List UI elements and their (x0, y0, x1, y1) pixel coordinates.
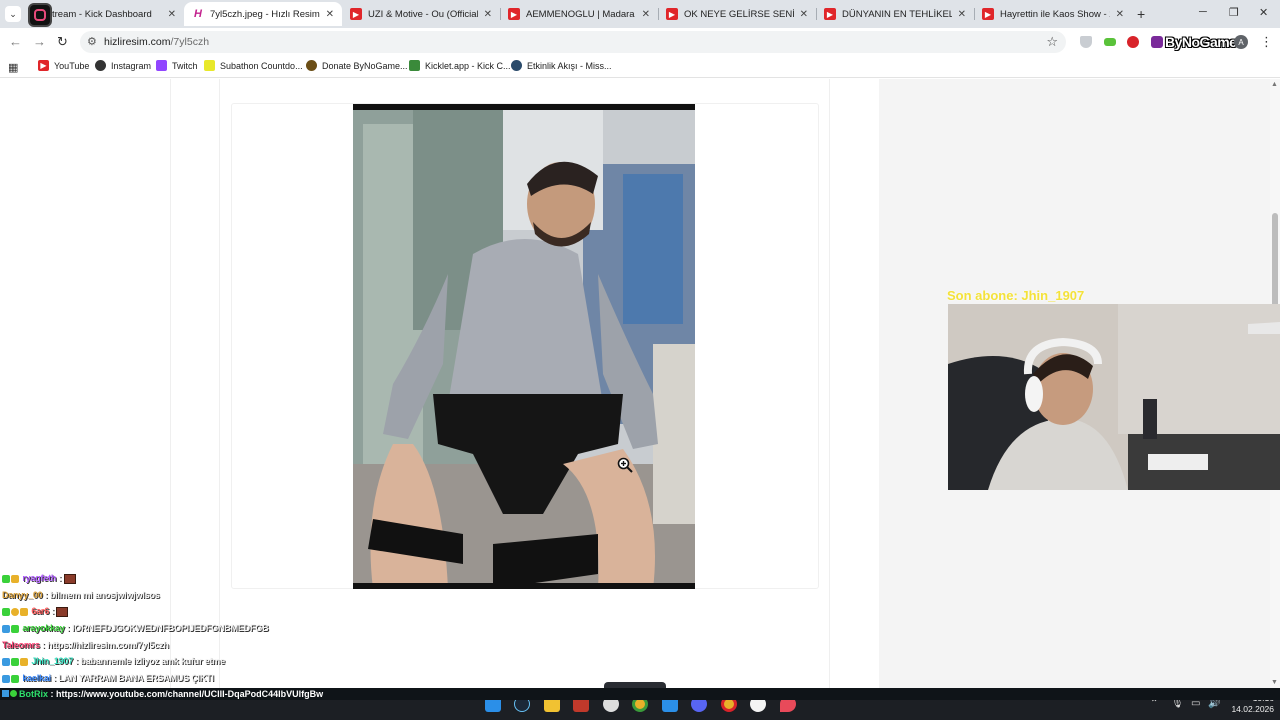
chat-message: Jhin_1907 : babannemle izliyoz amk kufur… (2, 653, 342, 670)
badge-icon (11, 574, 19, 583)
youtube-icon: ▶ (38, 60, 49, 71)
badge-icon (20, 658, 28, 667)
opera-extension-icon[interactable] (1127, 36, 1139, 48)
twitch-icon (156, 60, 167, 71)
badge-icon (11, 658, 19, 667)
kicklet-icon (409, 60, 420, 71)
browser-toolbar: ← → ↻ ⚙ hizliresim.com/7yl5czh ☆ ByNoGam… (0, 28, 1280, 56)
bynogame-icon (306, 60, 317, 71)
bynogame-extension[interactable]: ByNoGame (1165, 34, 1237, 50)
badge-icon (2, 658, 10, 667)
badge-icon (2, 674, 10, 683)
tab-youtube-4[interactable]: ▶ DÜNYANIN EN TEHLİKELİ TREN ✕ (816, 2, 974, 26)
url-text: hizliresim.com/7yl5czh (104, 36, 210, 48)
bookmark-etkinlik[interactable]: Etkinlik Akışı - Miss... (511, 60, 612, 71)
badge-icon (11, 624, 19, 633)
badge-icon (10, 690, 17, 697)
tab-youtube-5[interactable]: ▶ Hayrettin ile Kaos Show - 2.Se ✕ (974, 2, 1132, 26)
restore-icon[interactable]: ❐ (1229, 6, 1239, 19)
chat-message: arayokkay : IORNEFDJGOKWEDNFBOPIJEDFGNBM… (2, 620, 342, 637)
chat-message: Danyy_00 : bilmem mi anosjwlwjwlsos (2, 589, 160, 600)
badge-icon (11, 608, 19, 616)
close-icon[interactable]: ✕ (1116, 9, 1124, 20)
youtube-icon: ▶ (508, 8, 520, 20)
apps-grid-icon[interactable]: ▦ (8, 61, 18, 74)
tab-youtube-2[interactable]: ▶ AEMMENOGLU | Madara Oldu ✕ (500, 2, 658, 26)
badge-icon (2, 608, 10, 616)
botrix-ticker: BotRix : https://www.youtube.com/channel… (0, 688, 1280, 700)
tab-strip: ⌄ tream - Kick Dashboard ✕ H 7yl5czh.jpe… (0, 0, 1280, 28)
bookmark-kicklet[interactable]: Kicklet.app - Kick C... (409, 60, 511, 71)
emote-icon (56, 607, 69, 617)
forward-icon[interactable]: → (33, 34, 46, 49)
webcam-feed (948, 304, 1280, 490)
chat-message: Taleomrs : https://hizliresim.com/7yl5cz… (2, 639, 169, 650)
bookmark-star-icon[interactable]: ☆ (1046, 34, 1058, 50)
new-tab-button[interactable]: + (1137, 6, 1145, 22)
clock-date: 14.02.2026 (1231, 704, 1274, 714)
hizliresim-icon: H (192, 8, 204, 20)
zoom-in-icon[interactable] (617, 457, 633, 473)
uploaded-image[interactable] (353, 104, 695, 589)
window-close-icon[interactable]: ✕ (1259, 6, 1268, 19)
tab-title: OK NEYE GELİRSE SENİNDİR # (684, 8, 794, 20)
tab-search-button[interactable]: ⌄ (5, 6, 21, 22)
bookmark-twitch[interactable]: Twitch (156, 60, 198, 71)
tab-hizliresim[interactable]: H 7yl5czh.jpeg - Hızlı Resim ✕ (184, 2, 342, 26)
reload-icon[interactable]: ↻ (57, 34, 68, 50)
address-bar[interactable]: ⚙ hizliresim.com/7yl5czh ☆ (80, 31, 1066, 53)
youtube-icon: ▶ (350, 8, 362, 20)
tab-title: tream - Kick Dashboard (52, 8, 152, 20)
battery-extension-icon[interactable] (1104, 38, 1116, 46)
youtube-icon: ▶ (982, 8, 994, 20)
badge-icon (2, 690, 9, 697)
tab-title: DÜNYANIN EN TEHLİKELİ TREN (842, 8, 952, 20)
shield-extension-icon[interactable] (1080, 36, 1092, 48)
badge-icon (11, 674, 19, 683)
tab-kick-dashboard[interactable]: tream - Kick Dashboard ✕ (44, 2, 184, 26)
tab-title: AEMMENOGLU | Madara Oldu (526, 8, 636, 20)
close-icon[interactable]: ✕ (958, 9, 966, 20)
chat-message: ryagfeth : (2, 570, 342, 587)
bookmarks-bar: ▦ ▶ YouTube Instagram Twitch Subathon Cou… (0, 56, 1280, 78)
badge-icon (2, 574, 10, 583)
etkinlik-icon (511, 60, 522, 71)
close-icon[interactable]: ✕ (642, 9, 650, 20)
tab-title: 7yl5czh.jpeg - Hızlı Resim (210, 8, 320, 20)
desktop: ⌄ tream - Kick Dashboard ✕ H 7yl5czh.jpe… (0, 0, 1280, 720)
minimize-icon[interactable]: ─ (1199, 6, 1207, 18)
badge-icon (20, 608, 28, 616)
back-icon[interactable]: ← (9, 34, 22, 49)
tab-title: Hayrettin ile Kaos Show - 2.Se (1000, 8, 1110, 20)
last-subscriber-label: Son abone: Jhin_1907 (947, 288, 1085, 303)
close-icon[interactable]: ✕ (484, 9, 492, 20)
more-menu-icon[interactable]: ⋮ (1260, 34, 1273, 50)
bookmark-youtube[interactable]: ▶ YouTube (38, 60, 89, 71)
badge-icon (2, 624, 10, 633)
right-gutter (829, 79, 879, 688)
youtube-icon: ▶ (666, 8, 678, 20)
scroll-down-icon[interactable]: ▼ (1271, 679, 1278, 686)
close-icon[interactable]: ✕ (168, 9, 176, 20)
bookmark-instagram[interactable]: Instagram (95, 60, 151, 71)
close-icon[interactable]: ✕ (800, 9, 808, 20)
chat-message: 6ar6 : (2, 603, 342, 620)
subathon-icon (204, 60, 215, 71)
site-info-icon[interactable]: ⚙ (87, 35, 97, 48)
emote-icon (63, 573, 76, 584)
bookmark-subathon[interactable]: Subathon Countdo... (204, 60, 303, 71)
tab-youtube-1[interactable]: ▶ UZI & Motive - Ou (Official Visu ✕ (342, 2, 500, 26)
youtube-icon: ▶ (824, 8, 836, 20)
stream-chat-overlay: ryagfeth : Danyy_00 : bilmem mi anosjwlw… (2, 570, 342, 687)
tab-title: UZI & Motive - Ou (Official Visu (368, 8, 478, 20)
chat-message: kaelkai : LAN YARRAM BANA ERSAMUS ÇIKTI (2, 670, 342, 687)
scroll-up-icon[interactable]: ▲ (1271, 81, 1278, 88)
twitch-extension-icon[interactable] (1151, 36, 1163, 48)
profile-avatar[interactable]: A (1234, 35, 1248, 49)
instagram-icon (95, 60, 106, 71)
close-icon[interactable]: ✕ (326, 9, 334, 20)
tab-youtube-3[interactable]: ▶ OK NEYE GELİRSE SENİNDİR # ✕ (658, 2, 816, 26)
bookmark-donate-bynogame[interactable]: Donate ByNoGame... (306, 60, 408, 71)
photo-illustration (353, 104, 695, 589)
